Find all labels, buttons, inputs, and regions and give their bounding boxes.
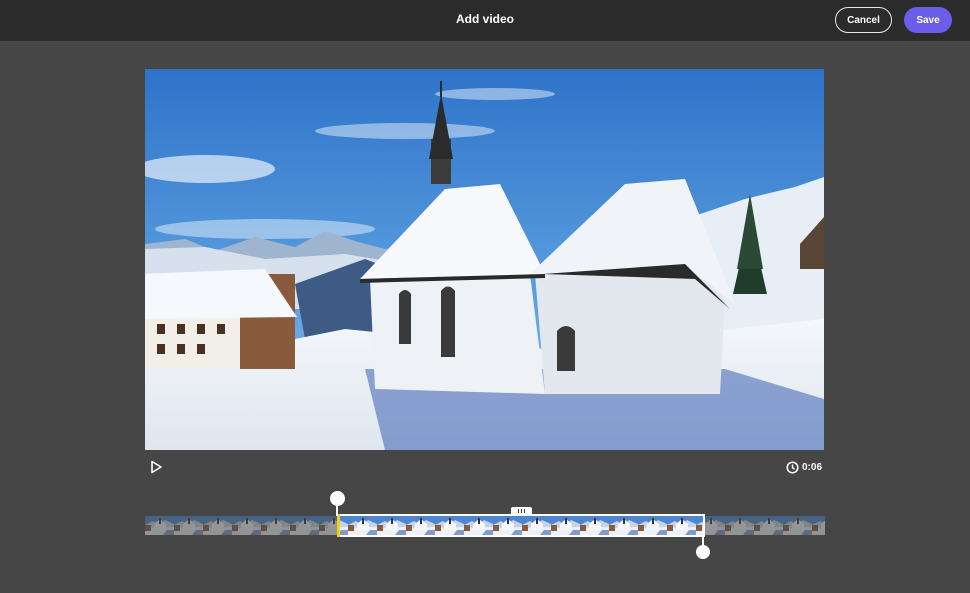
trimmed-region-end [705,516,825,535]
play-icon [151,460,162,474]
drag-grip-icon[interactable] [511,507,532,515]
save-button[interactable]: Save [904,7,952,33]
playhead-marker[interactable] [337,514,340,537]
duration-text: 0:06 [802,461,823,473]
trim-start-stem [336,505,338,516]
video-preview[interactable] [145,69,824,450]
trim-end-handle[interactable] [696,545,710,559]
clock-icon [786,460,799,474]
video-frame-image [145,69,824,450]
trim-selection[interactable] [337,514,705,537]
top-bar: Add video Cancel Save [0,0,970,41]
trim-start-handle[interactable] [330,491,345,506]
cancel-button[interactable]: Cancel [835,7,892,33]
trimmed-region-start [145,516,337,535]
play-button[interactable] [148,459,164,475]
dialog-title: Add video [455,12,514,26]
duration-display: 0:06 [786,460,822,474]
